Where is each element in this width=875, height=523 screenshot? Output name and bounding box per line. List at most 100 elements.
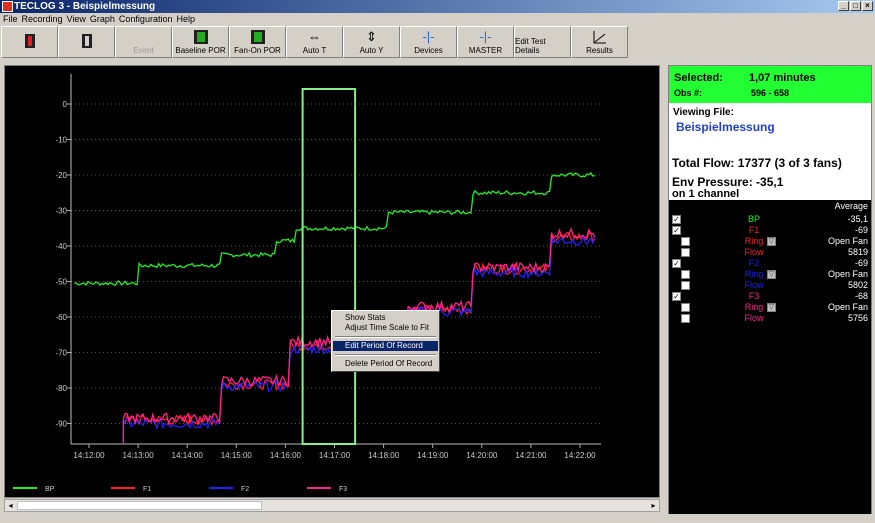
range-select-icon[interactable]: ▽	[767, 237, 776, 246]
auto-t-icon: ⇔	[308, 29, 321, 44]
channel-checkbox[interactable]	[681, 314, 690, 323]
menu-separator	[335, 336, 436, 338]
baseline-por-button[interactable]: Baseline POR	[172, 26, 229, 58]
menu-configuration[interactable]: Configuration	[119, 13, 177, 25]
channel-value: Open Fan	[827, 269, 868, 279]
on-channel: on 1 channel	[672, 188, 740, 200]
fan-on-por-icon	[250, 29, 265, 44]
y-tick-label: -90	[55, 420, 67, 429]
record-red-icon	[24, 34, 35, 48]
context-menu: Show Stats Adjust Time Scale to Fit Edit…	[331, 310, 440, 372]
y-tick-label: -10	[55, 136, 67, 145]
channel-name: F2	[748, 258, 760, 268]
master-icon: -|-	[479, 29, 492, 44]
record-button[interactable]	[1, 26, 58, 58]
stop-icon	[81, 34, 92, 48]
x-tick-label: 14:17:00	[319, 451, 351, 460]
legend-label-f2: F2	[241, 486, 249, 493]
total-flow: Total Flow: 17377 (3 of 3 fans)	[672, 156, 842, 170]
channel-checkbox[interactable]	[681, 248, 690, 257]
channel-name: F1	[748, 225, 760, 235]
channel-row-ring: Ring ▽ Open Fan	[669, 269, 871, 280]
baseline-por-icon	[193, 29, 208, 44]
auto-y-icon: ⇕	[366, 28, 377, 44]
scroll-right-icon[interactable]: ▸	[648, 500, 659, 511]
master-button[interactable]: -|- MASTER	[457, 26, 514, 58]
channel-value: -68	[854, 291, 868, 301]
app-icon	[2, 1, 13, 12]
adjust-time-scale-menu-item[interactable]: Adjust Time Scale to Fit	[333, 323, 438, 333]
range-select-icon[interactable]: ▽	[767, 303, 776, 312]
x-tick-label: 14:16:00	[270, 451, 302, 460]
selected-label: Selected:	[674, 72, 723, 84]
channel-row-bp: ✓ BP -35,1	[669, 214, 871, 225]
range-select-icon[interactable]: ▽	[767, 270, 776, 279]
info-panel: Selected: 1,07 minutes Obs #: 596 - 658 …	[668, 65, 872, 518]
scroll-thumb[interactable]	[17, 501, 262, 510]
status-bar	[0, 514, 875, 523]
channel-value: Open Fan	[827, 236, 868, 246]
edit-por-menu-item[interactable]: Edit Period Of Record	[333, 341, 438, 351]
menu-bar: File Recording View Graph Configuration …	[0, 13, 875, 25]
menu-separator	[335, 354, 436, 356]
legend-label-f1: F1	[143, 486, 151, 493]
scroll-left-icon[interactable]: ◂	[5, 500, 16, 511]
horizontal-scrollbar[interactable]: ◂ ▸	[4, 499, 660, 512]
channel-row-ring: Ring ▽ Open Fan	[669, 302, 871, 313]
channel-row-flow: Flow 5819	[669, 247, 871, 258]
auto-y-button[interactable]: ⇕ Auto Y	[343, 26, 400, 58]
channel-row-f2: ✓ F2 -69	[669, 258, 871, 269]
channel-checkbox[interactable]	[681, 270, 690, 279]
minimize-button[interactable]: _	[838, 1, 849, 11]
channel-checkbox[interactable]: ✓	[672, 226, 681, 235]
devices-button[interactable]: -|- Devices	[400, 26, 457, 58]
channel-checkbox[interactable]	[681, 281, 690, 290]
selection-rectangle	[301, 88, 357, 445]
x-tick-label: 14:13:00	[123, 451, 155, 460]
menu-file[interactable]: File	[3, 13, 22, 25]
menu-view[interactable]: View	[67, 13, 90, 25]
event-button[interactable]: Event	[115, 26, 172, 58]
x-tick-label: 14:21:00	[515, 451, 547, 460]
channel-checkbox[interactable]	[681, 303, 690, 312]
results-button[interactable]: Results	[571, 26, 628, 58]
channel-name: Flow	[744, 247, 764, 257]
toolbar: Event Baseline POR Fan-On POR ⇔ Auto T ⇕ A…	[0, 26, 875, 60]
channel-row-flow: Flow 5802	[669, 280, 871, 291]
show-stats-menu-item[interactable]: Show Stats	[333, 313, 438, 323]
edit-test-details-button[interactable]: Edit Test Details	[514, 26, 571, 58]
channel-checkbox[interactable]	[681, 237, 690, 246]
legend-label-bp: BP	[45, 486, 55, 493]
channel-checkbox[interactable]: ✓	[672, 259, 681, 268]
channel-value: 5756	[847, 313, 868, 323]
channel-row-f3: ✓ F3 -68	[669, 291, 871, 302]
y-tick-label: -70	[55, 349, 67, 358]
legend-header: Average	[834, 201, 868, 211]
graph-panel[interactable]: 0 -10 -20 -30 -40 -50 -60 -70 -80 -90 14:12:00 14:1…	[4, 65, 660, 498]
close-button[interactable]: ×	[862, 1, 873, 11]
delete-por-menu-item[interactable]: Delete Period Of Record	[333, 359, 438, 369]
viewing-file-name: Beispielmessung	[676, 120, 775, 134]
channel-checkbox[interactable]: ✓	[672, 292, 681, 301]
auto-t-button[interactable]: ⇔ Auto T	[286, 26, 343, 58]
title-bar: TECLOG 3 - Beispielmessung _ □ ×	[0, 0, 875, 13]
selection-box: Selected: 1,07 minutes Obs #: 596 - 658	[669, 66, 871, 103]
channel-value: -69	[854, 258, 868, 268]
fan-on-por-button[interactable]: Fan-On POR	[229, 26, 286, 58]
channel-row-flow: Flow 5756	[669, 313, 871, 324]
y-tick-label: -20	[55, 171, 67, 180]
menu-help[interactable]: Help	[176, 13, 199, 25]
x-tick-label: 14:12:00	[73, 451, 105, 460]
y-tick-label: -30	[55, 207, 67, 216]
stop-button[interactable]	[58, 26, 115, 58]
chart-svg[interactable]: 0 -10 -20 -30 -40 -50 -60 -70 -80 -90 14:12:00 14:1…	[5, 66, 659, 497]
channel-name: F3	[748, 291, 760, 301]
env-pressure: Env Pressure: -35,1	[672, 175, 784, 189]
channel-checkbox[interactable]: ✓	[672, 215, 681, 224]
channel-value: -69	[854, 225, 868, 235]
menu-recording[interactable]: Recording	[22, 13, 67, 25]
menu-graph[interactable]: Graph	[90, 13, 119, 25]
devices-icon: -|-	[422, 29, 435, 44]
channel-name: Flow	[744, 280, 764, 290]
maximize-button[interactable]: □	[850, 1, 861, 11]
